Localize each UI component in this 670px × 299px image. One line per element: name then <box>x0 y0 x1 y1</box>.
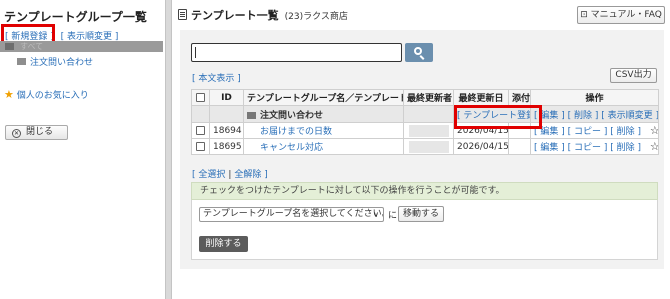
chevron-down-icon: ∨ <box>373 210 379 219</box>
header-name: テンプレートグループ名／テンプレート名 <box>243 89 404 106</box>
row-checkbox[interactable] <box>196 125 205 135</box>
separator: | <box>228 170 232 180</box>
row-edit-link[interactable]: [ 編集 ] <box>534 143 565 153</box>
header-id: ID <box>209 89 244 106</box>
group-list-title: テンプレートグループ一覧 <box>4 10 147 24</box>
group-name: 注文問い合わせ <box>260 110 324 121</box>
favorite-star-icon[interactable]: ☆ <box>650 140 658 153</box>
row-date: 2026/04/15 <box>453 138 509 155</box>
header-date: 最終更新日 <box>453 89 509 106</box>
header-ops: 操作 <box>530 89 659 106</box>
table-header-row: ID テンプレートグループ名／テンプレート名 最終更新者 最終更新日 添付 操作 <box>191 89 659 106</box>
template-name-link[interactable]: お届けまでの日数 <box>260 127 332 137</box>
template-name-link[interactable]: キャンセル対応 <box>260 143 323 153</box>
template-table: ID テンプレートグループ名／テンプレート名 最終更新者 最終更新日 添付 操作… <box>191 89 659 155</box>
row-name-cell: キャンセル対応 <box>243 138 404 155</box>
manual-faq-button[interactable]: ⊡ マニュアル・FAQ <box>577 6 665 24</box>
group-ops-cell: [ 編集 ] [ 削除 ] [ 表示順変更 ] <box>530 105 659 123</box>
row-copy-link[interactable]: [ コピー ] <box>568 143 608 153</box>
group-row: 注文問い合わせ [ テンプレート登録 ] [ 編集 ] [ 削除 ] [ 表示順… <box>191 105 659 123</box>
group-select-value: テンプレートグループ名を選択してください。 <box>203 209 384 219</box>
move-button[interactable]: 移動する <box>398 206 444 222</box>
row-delete-link[interactable]: [ 削除 ] <box>610 127 641 137</box>
group-delete-link[interactable]: [ 削除 ] <box>568 111 599 121</box>
group-order-change-link[interactable]: [ 表示順変更 ] <box>601 111 657 121</box>
help-icon: ⊡ <box>580 10 588 20</box>
manual-faq-label: マニュアル・FAQ <box>590 10 662 20</box>
tree-item-all-label: すべて <box>20 42 44 51</box>
selection-links: [ 全選択 | 全解除 ] <box>192 167 268 180</box>
header-attach: 添付 <box>508 89 531 106</box>
star-icon: ★ <box>4 88 14 101</box>
template-list-panel: テンプレート一覧 (23)ラクス商店 ⊡ マニュアル・FAQ [ 本文表示 ] C… <box>172 0 670 299</box>
folder-icon <box>247 111 256 119</box>
tree-item-order-inquiry-label: 注文問い合わせ <box>30 58 94 68</box>
search-icon <box>414 47 422 55</box>
favorite-star-icon[interactable]: ☆ <box>650 124 658 137</box>
delete-button[interactable]: 削除する <box>199 236 248 252</box>
select-all-checkbox[interactable] <box>196 92 205 102</box>
close-panel-button[interactable]: ✕ 閉じる <box>5 125 68 140</box>
close-button-label: 閉じる <box>26 127 54 137</box>
group-select[interactable]: テンプレートグループ名を選択してください。 ∨ <box>199 207 384 222</box>
document-icon <box>178 9 187 20</box>
particle-ni: に <box>388 211 398 221</box>
header-checkbox-cell <box>191 89 210 106</box>
row-checkbox[interactable] <box>196 141 205 151</box>
bulk-notice: チェックをつけたテンプレートに対して以下の操作を行うことが可能です。 <box>191 182 658 200</box>
select-all-link[interactable]: [ 全選択 <box>192 170 225 180</box>
row-id: 18694 <box>209 122 244 139</box>
content-area: [ 本文表示 ] CSV出力 ID テンプレートグループ名／テンプレート名 最終… <box>180 30 664 269</box>
close-icon: ✕ <box>12 129 21 138</box>
panel-splitter[interactable] <box>165 0 172 299</box>
updater-redacted <box>408 140 449 153</box>
row-copy-link[interactable]: [ コピー ] <box>568 127 608 137</box>
folder-icon <box>5 43 14 50</box>
favorites-link[interactable]: ★ 個人のお気に入り <box>4 88 89 101</box>
search-input[interactable] <box>191 43 402 62</box>
folder-icon <box>17 58 26 65</box>
tree-item-order-inquiry[interactable]: 注文問い合わせ <box>17 55 93 68</box>
header-updater: 最終更新者 <box>403 89 454 106</box>
row-name-cell: お届けまでの日数 <box>243 122 404 139</box>
search-button[interactable] <box>405 43 433 62</box>
bulk-action-box: テンプレートグループ名を選択してください。 ∨ に 移動する 削除する <box>191 200 658 260</box>
table-row: 18695 キャンセル対応 2026/04/15 [ 編集 ] [ コピー ] … <box>191 138 659 155</box>
csv-export-button[interactable]: CSV出力 <box>610 68 657 83</box>
page-title: テンプレート一覧 (23)ラクス商店 <box>178 7 348 23</box>
deselect-all-link[interactable]: 全解除 ] <box>234 170 267 180</box>
table-row: 18694 お届けまでの日数 2026/04/15 [ 編集 ] [ コピー ]… <box>191 122 659 139</box>
tree-item-all[interactable]: すべて <box>0 41 163 52</box>
template-group-panel: テンプレートグループ一覧 [ 新規登録 ] [ 表示順変更 ] すべて 注文問い… <box>0 0 165 299</box>
show-body-link[interactable]: [ 本文表示 ] <box>192 71 241 84</box>
group-name-cell: 注文問い合わせ <box>243 105 404 123</box>
row-delete-link[interactable]: [ 削除 ] <box>610 143 641 153</box>
page-title-text: テンプレート一覧 <box>191 9 279 22</box>
highlight-box-register <box>454 105 542 129</box>
updater-redacted <box>408 124 449 137</box>
company-name: (23)ラクス商店 <box>284 12 348 22</box>
row-id: 18695 <box>209 138 244 155</box>
favorites-label: 個人のお気に入り <box>16 91 89 101</box>
